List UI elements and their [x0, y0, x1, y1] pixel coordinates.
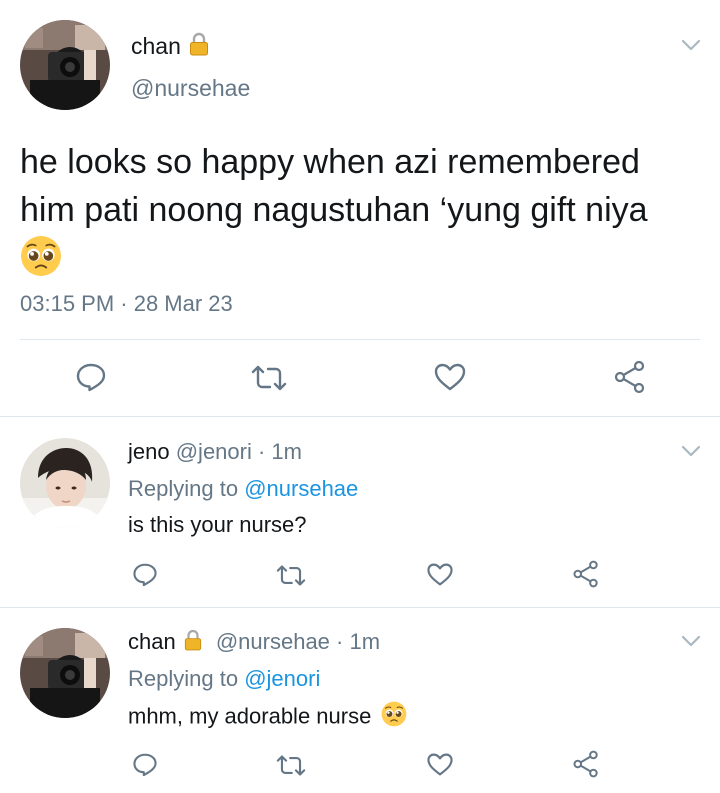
divider — [20, 339, 700, 340]
avatar[interactable] — [20, 20, 110, 110]
display-name[interactable]: chan — [128, 629, 176, 654]
mention-link[interactable]: @jenori — [244, 666, 320, 691]
section-divider — [0, 607, 720, 608]
reply-text-row: mhm, my adorable nurse — [128, 701, 407, 734]
retweet-icon — [276, 565, 306, 586]
tweet-text-body: he looks so happy when azi remembered hi… — [20, 143, 648, 229]
reply-button[interactable] — [132, 562, 158, 587]
share-button[interactable] — [613, 360, 647, 394]
chevron-down-icon[interactable] — [680, 444, 702, 458]
share-icon — [573, 750, 598, 778]
share-icon — [573, 560, 598, 588]
reply-button[interactable] — [132, 752, 158, 777]
timestamp[interactable]: 03:15 PM · 28 Mar 23 — [20, 290, 233, 318]
retweet-icon — [276, 755, 306, 776]
speech-bubble-icon — [133, 753, 157, 777]
time[interactable]: · 1m — [336, 629, 380, 654]
pleading-face-icon — [20, 235, 62, 277]
replying-prefix: Replying to — [128, 476, 239, 501]
like-button[interactable] — [433, 362, 467, 392]
avatar[interactable] — [20, 438, 110, 528]
lock-icon — [184, 629, 202, 658]
replying-to: Replying to @jenori — [128, 665, 320, 693]
tweet-text: he looks so happy when azi remembered hi… — [20, 138, 700, 234]
handle[interactable]: @nursehae — [131, 74, 250, 102]
retweet-button[interactable] — [276, 754, 306, 777]
reply-text: is this your nurse? — [128, 512, 307, 537]
section-divider — [0, 416, 720, 417]
share-icon — [614, 360, 645, 394]
replying-to: Replying to @nursehae — [128, 475, 358, 503]
speech-bubble-icon — [76, 363, 106, 392]
handle[interactable]: @nursehae — [216, 629, 330, 654]
retweet-button[interactable] — [276, 564, 306, 587]
like-button[interactable] — [426, 562, 454, 587]
lock-icon — [189, 32, 209, 63]
avatar[interactable] — [20, 628, 110, 718]
time[interactable]: · 1m — [258, 439, 302, 464]
share-button[interactable] — [572, 560, 600, 588]
retweet-icon — [251, 365, 287, 391]
chevron-down-icon[interactable] — [680, 38, 702, 52]
chevron-down-icon[interactable] — [680, 634, 702, 648]
reply-text: mhm, my adorable nurse — [128, 703, 372, 729]
like-button[interactable] — [426, 752, 454, 777]
pleading-face-icon — [381, 701, 407, 734]
handle[interactable]: @jenori — [176, 439, 252, 464]
replying-prefix: Replying to — [128, 666, 239, 691]
display-name[interactable]: chan — [131, 33, 181, 59]
heart-icon — [427, 753, 453, 776]
heart-icon — [434, 363, 466, 391]
retweet-button[interactable] — [251, 364, 287, 392]
display-name[interactable]: jeno — [128, 439, 170, 464]
heart-icon — [427, 563, 453, 586]
share-button[interactable] — [572, 750, 600, 778]
reply-button[interactable] — [75, 362, 107, 392]
speech-bubble-icon — [133, 563, 157, 587]
mention-link[interactable]: @nursehae — [244, 476, 358, 501]
